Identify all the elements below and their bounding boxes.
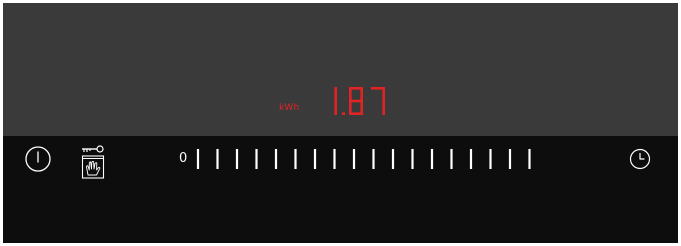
child-lock-button[interactable] [79, 142, 107, 180]
seven-segment-digits [334, 87, 385, 115]
slider-zero-label: 0 [179, 151, 188, 166]
clock-icon [629, 148, 651, 170]
cooktop-control-panel: kWh 0 [3, 3, 678, 243]
energy-display: kWh [3, 3, 678, 136]
energy-unit-label: kWh [279, 103, 300, 113]
power-button[interactable] [24, 145, 52, 173]
digit-1 [334, 87, 337, 115]
energy-value-readout [319, 83, 399, 119]
decimal-point [342, 112, 345, 115]
digit-8 [349, 87, 363, 115]
power-level-slider[interactable]: 0 [179, 146, 544, 172]
digit-7 [371, 87, 385, 115]
touch-controls-bar: 0 [3, 136, 678, 243]
power-icon [25, 146, 51, 172]
slider-ticks [196, 149, 531, 169]
key-hand-childlock-icon [81, 145, 105, 179]
timer-button[interactable] [629, 148, 651, 170]
